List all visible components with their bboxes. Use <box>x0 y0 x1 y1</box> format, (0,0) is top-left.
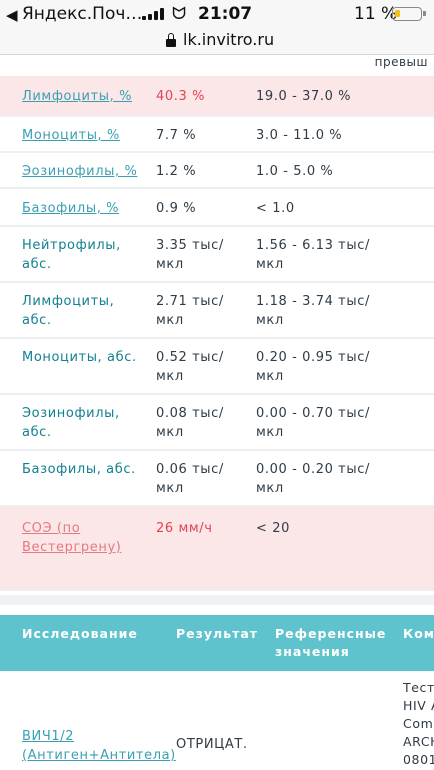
table-row: Лимфоциты, абс. 2.71 тыс/мкл 1.18 - 3.74 ты… <box>0 283 434 339</box>
test-value: 7.7 % <box>156 128 197 143</box>
table-row: Моноциты, % 7.7 % 3.0 - 11.0 % <box>0 117 434 153</box>
table-row: Лимфоциты, % 40.3 % 19.0 - 37.0 % <box>0 76 434 117</box>
test-name: Моноциты, абс. <box>22 350 137 365</box>
test-reference: 0.00 - 0.70 тыс/мкл <box>256 406 370 440</box>
table-row: СОЭ (по Вестергрену) 26 мм/ч < 20 <box>0 507 434 591</box>
test-value: 0.06 тыс/мкл <box>156 462 224 496</box>
test-name: Базофилы, абс. <box>22 462 136 477</box>
test-name-link[interactable]: Моноциты, % <box>22 126 146 145</box>
back-to-app-label[interactable]: Яндекс.Поч… <box>22 4 142 24</box>
url-bar[interactable]: lk.invitro.ru <box>0 28 434 55</box>
signal-icon <box>142 8 164 20</box>
test-value: 3.35 тыс/мкл <box>156 238 224 272</box>
test-value: 1.2 % <box>156 164 197 179</box>
column-header-partial: превыш <box>374 55 428 69</box>
test-name: Эозинофилы, абс. <box>22 406 120 440</box>
test-value: 0.08 тыс/мкл <box>156 406 224 440</box>
header-study: Исследование <box>22 626 138 641</box>
test-reference: 3.0 - 11.0 % <box>256 128 343 143</box>
table-row: Эозинофилы, абс. 0.08 тыс/мкл 0.00 - 0.70 т… <box>0 395 434 451</box>
header-reference: Референсные значения <box>275 626 387 659</box>
test-comment: Тест HIV A Com ARCH 0801 <box>403 680 434 767</box>
test-reference: 1.0 - 5.0 % <box>256 164 334 179</box>
test-reference: 19.0 - 37.0 % <box>256 89 352 104</box>
table-row: Моноциты, абс. 0.52 тыс/мкл 0.20 - 0.95 ты… <box>0 339 434 395</box>
back-to-app-icon[interactable]: ◀ <box>6 6 18 24</box>
battery-icon <box>392 7 426 21</box>
test-value: 0.52 тыс/мкл <box>156 350 224 384</box>
test-name-link[interactable]: ВИЧ1/2 (Антиген+Антитела) <box>22 727 176 765</box>
test-value: 2.71 тыс/мкл <box>156 294 224 328</box>
test-reference: 1.18 - 3.74 тыс/мкл <box>256 294 370 328</box>
table-row: Базофилы, % 0.9 % < 1.0 <box>0 189 434 227</box>
url-text[interactable]: lk.invitro.ru <box>183 30 274 49</box>
lock-icon <box>166 33 176 47</box>
wifi-icon: ᗢ <box>172 4 187 24</box>
test-value: 26 мм/ч <box>156 521 213 536</box>
table-row: Эозинофилы, % 1.2 % 1.0 - 5.0 % <box>0 153 434 189</box>
table-row: Нейтрофилы, абс. 3.35 тыс/мкл 1.56 - 6.13 т… <box>0 227 434 283</box>
test-reference: 0.00 - 0.20 тыс/мкл <box>256 462 370 496</box>
test-value: 40.3 % <box>156 89 206 104</box>
test-reference: < 1.0 <box>256 201 295 216</box>
test-result: ОТРИЦАТ. <box>176 737 248 752</box>
header-comment: Ком <box>403 626 434 641</box>
test-name: Лимфоциты, абс. <box>22 294 115 328</box>
test-reference: 1.56 - 6.13 тыс/мкл <box>256 238 370 272</box>
test-name-link[interactable]: Лимфоциты, % <box>22 87 146 106</box>
results-page: превыш Лимфоциты, % 40.3 % 19.0 - 37.0 % Мо… <box>0 55 434 770</box>
table-header: Исследование Результат Референсные значе… <box>0 615 434 671</box>
test-reference: < 20 <box>256 521 290 536</box>
battery-percent: 11 % <box>354 4 398 24</box>
test-name: Нейтрофилы, абс. <box>22 238 121 272</box>
test-value: 0.9 % <box>156 201 197 216</box>
test-reference: 0.20 - 0.95 тыс/мкл <box>256 350 370 384</box>
status-time: 21:07 <box>198 4 253 24</box>
table-divider <box>0 595 434 605</box>
table-row: ВИЧ1/2 (Антиген+Антитела) ОТРИЦАТ. Тест … <box>0 671 434 770</box>
test-name-link[interactable]: Базофилы, % <box>22 199 146 218</box>
header-result: Результат <box>176 626 259 641</box>
table-row: Базофилы, абс. 0.06 тыс/мкл 0.00 - 0.20 ты… <box>0 451 434 507</box>
test-name-link[interactable]: Эозинофилы, % <box>22 162 146 181</box>
test-name-link[interactable]: СОЭ (по Вестергрену) <box>22 519 146 557</box>
status-bar: ◀ Яндекс.Поч… ᗢ 21:07 11 % <box>0 0 434 28</box>
